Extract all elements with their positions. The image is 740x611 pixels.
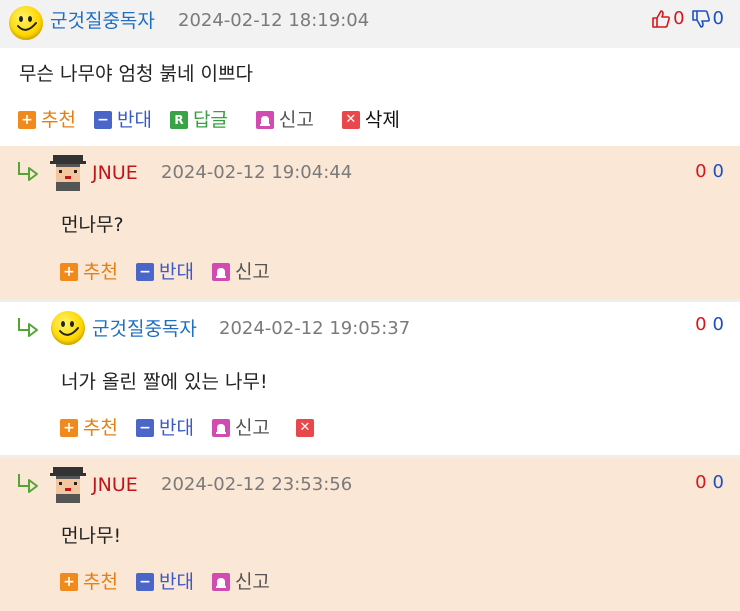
reply-date: 2024-02-12 19:05:37 — [219, 318, 411, 339]
delete-button[interactable]: ✕ 삭제 — [341, 109, 400, 131]
reply-actions: + 추천 − 반대 신고 ✕ — [60, 416, 337, 440]
recommend-label: 추천 — [83, 571, 118, 593]
up-count: 0 — [673, 8, 685, 29]
report-label: 신고 — [234, 417, 270, 439]
down-count: 0 — [712, 314, 724, 335]
up-count: 0 — [695, 314, 707, 335]
reply-text: 먼나무! — [61, 525, 122, 547]
siren-icon — [255, 111, 274, 129]
report-label: 신고 — [234, 571, 270, 593]
report-label: 신고 — [234, 261, 270, 283]
oppose-button[interactable]: − 반대 — [135, 571, 194, 593]
delete-label: 삭제 — [364, 109, 400, 131]
plus-icon: + — [18, 111, 36, 129]
oppose-label: 반대 — [158, 261, 194, 283]
reply-date: 2024-02-12 19:04:44 — [161, 162, 353, 183]
reply-arrow-icon — [16, 472, 42, 498]
oppose-label: 반대 — [158, 571, 194, 593]
reply-text: 너가 올린 짤에 있는 나무! — [61, 371, 268, 393]
up-count: 0 — [695, 472, 707, 493]
report-button[interactable]: 신고 — [211, 417, 270, 439]
reply-author[interactable]: 군것질중독자 — [92, 318, 197, 340]
vote-counter: 0 0 — [651, 8, 724, 30]
siren-icon — [211, 419, 230, 437]
plus-icon: + — [60, 573, 78, 591]
recommend-button[interactable]: + 추천 — [18, 109, 76, 131]
report-button[interactable]: 신고 — [211, 571, 270, 593]
reply-comment: JNUE 2024-02-12 23:53:56 0 0 먼나무! + 추천 −… — [0, 458, 740, 611]
reply-actions: + 추천 − 반대 신고 — [60, 260, 288, 284]
smiley-avatar-icon[interactable] — [9, 6, 43, 40]
comment-date: 2024-02-12 18:19:04 — [178, 10, 370, 31]
down-count: 0 — [712, 8, 724, 29]
reply-button[interactable]: R 답글 — [169, 109, 228, 131]
recommend-label: 추천 — [83, 261, 118, 283]
minus-icon: − — [135, 573, 154, 591]
reply-author[interactable]: JNUE — [92, 474, 138, 496]
oppose-button[interactable]: − 반대 — [135, 417, 194, 439]
thumbs-up-icon[interactable] — [651, 9, 671, 29]
vote-counter: 0 0 — [695, 472, 724, 494]
pixel-avatar-icon[interactable] — [50, 467, 86, 503]
reply-date: 2024-02-12 23:53:56 — [161, 474, 353, 495]
reply-text: 먼나무? — [61, 214, 124, 236]
comment-text: 무슨 나무야 엄청 붉네 이쁘다 — [19, 63, 253, 85]
down-count: 0 — [712, 472, 724, 493]
minus-icon: − — [93, 111, 112, 129]
vote-counter: 0 0 — [695, 314, 724, 336]
siren-icon — [211, 573, 230, 591]
reply-arrow-icon — [16, 316, 42, 342]
comment-header: 군것질중독자 2024-02-12 18:19:04 0 0 — [0, 0, 740, 48]
reply-comment: JNUE 2024-02-12 19:04:44 0 0 먼나무? + 추천 −… — [0, 146, 740, 299]
oppose-button[interactable]: − 반대 — [135, 261, 194, 283]
down-count: 0 — [712, 161, 724, 182]
close-icon: ✕ — [341, 111, 360, 129]
recommend-label: 추천 — [41, 109, 76, 131]
reply-arrow-icon — [16, 160, 42, 186]
reply-author[interactable]: JNUE — [92, 162, 138, 184]
delete-button[interactable]: ✕ — [295, 419, 319, 437]
comment-actions: + 추천 − 반대 R 답글 신고 ✕ 삭제 — [18, 108, 418, 132]
up-count: 0 — [695, 161, 707, 182]
report-label: 신고 — [278, 109, 314, 131]
report-button[interactable]: 신고 — [211, 261, 270, 283]
reply-actions: + 추천 − 반대 신고 — [60, 570, 288, 594]
oppose-button[interactable]: − 반대 — [93, 109, 152, 131]
plus-icon: + — [60, 419, 78, 437]
reply-label: 답글 — [192, 109, 228, 131]
minus-icon: − — [135, 419, 154, 437]
report-button[interactable]: 신고 — [255, 109, 314, 131]
smiley-avatar-icon[interactable] — [51, 311, 85, 345]
reply-comment: 군것질중독자 2024-02-12 19:05:37 0 0 너가 올린 짤에 … — [0, 302, 740, 455]
oppose-label: 반대 — [158, 417, 194, 439]
recommend-label: 추천 — [83, 417, 118, 439]
main-comment: 군것질중독자 2024-02-12 18:19:04 0 0 무슨 나무야 엄청… — [0, 0, 740, 146]
minus-icon: − — [135, 263, 154, 281]
pixel-avatar-icon[interactable] — [50, 155, 86, 191]
comment-author[interactable]: 군것질중독자 — [50, 10, 155, 32]
siren-icon — [211, 263, 230, 281]
vote-counter: 0 0 — [695, 161, 724, 183]
plus-icon: + — [60, 263, 78, 281]
close-icon: ✕ — [295, 419, 314, 437]
recommend-button[interactable]: + 추천 — [60, 417, 118, 439]
reply-r-icon: R — [169, 111, 188, 129]
oppose-label: 반대 — [116, 109, 152, 131]
recommend-button[interactable]: + 추천 — [60, 571, 118, 593]
thumbs-down-icon[interactable] — [691, 9, 711, 29]
recommend-button[interactable]: + 추천 — [60, 261, 118, 283]
